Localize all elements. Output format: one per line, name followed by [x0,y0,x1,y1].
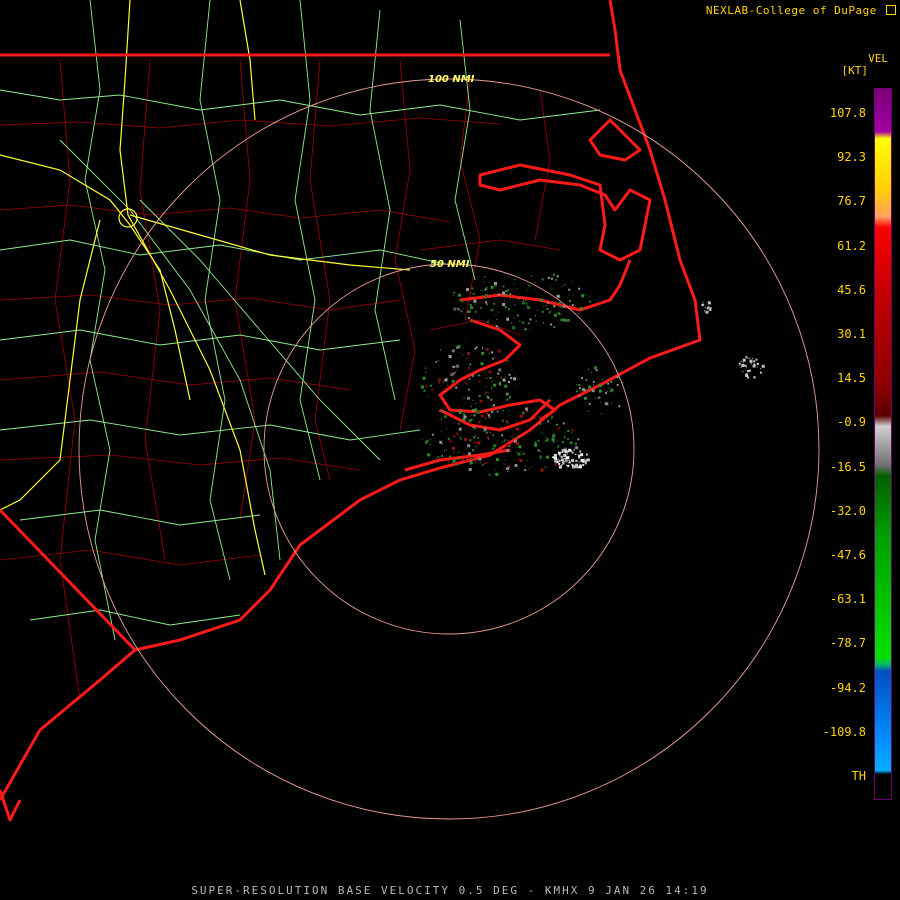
colorbar-tick: TH [851,769,866,783]
legend-unit: [KT] [841,64,869,77]
velocity-colorbar [874,88,892,800]
interstates [0,0,411,576]
colorbar-tick: 45.6 [837,282,866,297]
colorbar-tick: 107.8 [829,106,866,120]
credit-text: NEXLAB-College of DuPage [705,4,877,17]
county-borders [0,59,561,701]
ring-label-100nmi: 100 NMI [428,74,475,85]
state-borders [0,0,702,822]
colorbar-tick: -32.0 [829,503,866,518]
colorbar-tick: 61.2 [837,238,866,253]
range-ring-100nmi [78,78,820,820]
colorbar-tick: 76.7 [837,194,866,209]
colorbar-tick: 14.5 [837,371,866,386]
colorbar-tick: -78.7 [829,636,866,651]
colorbar-tick: 92.3 [837,150,866,165]
radar-returns [421,272,765,476]
colorbar-tick: -16.5 [829,459,866,474]
nexlab-credit[interactable]: NEXLAB-College of DuPage [706,4,896,17]
colorbar-tick: 30.1 [837,327,866,341]
product-caption: SUPER-RESOLUTION BASE VELOCITY 0.5 DEG -… [191,884,709,897]
colorbar-tick: -47.6 [829,548,866,562]
colorbar-tick: -0.9 [837,415,866,430]
range-ring-50nmi [263,263,635,635]
range-rings [78,78,820,820]
colorbar-tick: -109.8 [822,724,866,739]
legend-title: VEL [KT] [842,53,889,77]
colorbar-tick: -94.2 [829,680,866,695]
ring-label-50nmi: 50 NMI [430,259,470,270]
radar-map: 100 NMI 50 NMI [0,0,820,822]
external-link-icon [886,5,896,15]
colorbar-tick: -63.1 [829,592,866,607]
